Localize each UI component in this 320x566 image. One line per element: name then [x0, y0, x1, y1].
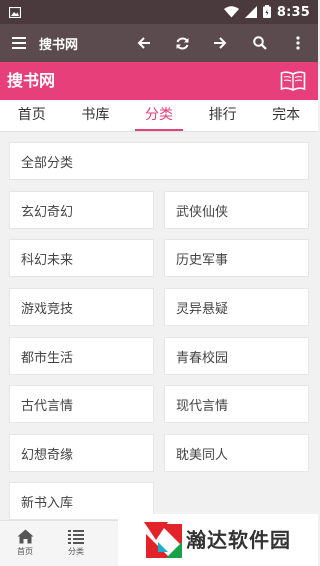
arrow-right-icon: [214, 37, 227, 49]
forward-button[interactable]: [209, 24, 231, 62]
tab-home[interactable]: 首页: [0, 100, 64, 131]
category-item[interactable]: 现代言情: [164, 385, 309, 423]
category-item[interactable]: 都市生活: [9, 337, 154, 375]
status-time: 8:35: [276, 4, 310, 20]
tab-categories[interactable]: 分类: [127, 100, 191, 131]
bottom-nav-home[interactable]: 首页: [2, 520, 48, 566]
category-item[interactable]: 历史军事: [164, 239, 309, 277]
menu-button[interactable]: [6, 24, 32, 62]
toolbar-title: 搜书网: [39, 37, 79, 53]
watermark-text: 瀚达软件园: [186, 528, 291, 552]
tab-ranking[interactable]: 排行: [191, 100, 255, 131]
list-icon: [68, 529, 84, 544]
signal-icon: [244, 3, 257, 22]
nav-tabs: 首页 书库 分类 排行 完本: [0, 100, 318, 132]
battery-icon: [262, 3, 271, 22]
category-item[interactable]: 灵异悬疑: [164, 288, 309, 326]
wifi-icon: [223, 3, 239, 22]
hamburger-icon: [12, 37, 26, 49]
back-button[interactable]: [133, 24, 155, 62]
watermark-logo-icon: [144, 522, 182, 558]
site-header: 搜书网: [0, 62, 318, 100]
bottom-nav-categories[interactable]: 分类: [53, 520, 99, 566]
status-bar: 8:35: [0, 0, 318, 24]
home-icon: [17, 529, 33, 544]
more-vertical-icon: [296, 36, 300, 50]
category-item[interactable]: 科幻未来: [9, 239, 154, 277]
bottom-nav-categories-label: 分类: [68, 546, 84, 556]
category-item[interactable]: 玄幻奇幻: [9, 191, 154, 229]
tab-library[interactable]: 书库: [64, 100, 128, 131]
image-notification-icon: [8, 3, 22, 22]
toolbar: 搜书网: [0, 24, 318, 62]
site-title[interactable]: 搜书网: [7, 62, 55, 100]
category-item[interactable]: 青春校园: [164, 337, 309, 375]
overflow-menu-button[interactable]: [289, 24, 307, 62]
search-button[interactable]: [249, 24, 271, 62]
search-icon: [253, 36, 267, 50]
arrow-left-icon: [137, 37, 150, 49]
refresh-icon: [176, 37, 188, 49]
category-item[interactable]: 游戏竞技: [9, 288, 154, 326]
category-item[interactable]: 武侠仙侠: [164, 191, 309, 229]
tab-completed[interactable]: 完本: [254, 100, 318, 131]
open-book-icon: [280, 71, 306, 91]
bottom-nav-home-label: 首页: [17, 547, 33, 556]
watermark: 瀚达软件园: [118, 514, 318, 566]
bookshelf-button[interactable]: [280, 70, 306, 92]
category-item[interactable]: 幻想奇缘: [9, 434, 154, 472]
category-item[interactable]: 古代言情: [9, 385, 154, 423]
category-all[interactable]: 全部分类: [9, 142, 309, 180]
category-item[interactable]: 耽美同人: [164, 434, 309, 472]
refresh-button[interactable]: [171, 24, 193, 62]
